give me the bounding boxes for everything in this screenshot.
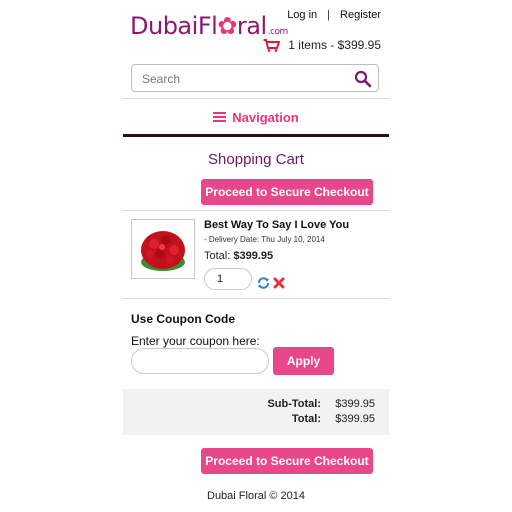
cart-icon bbox=[263, 38, 281, 52]
item-bottom-divider bbox=[123, 298, 389, 299]
logo[interactable]: DubaiFl✿ral.com bbox=[130, 12, 288, 40]
item-total-value: $399.95 bbox=[233, 250, 274, 262]
register-link[interactable]: Register bbox=[340, 9, 381, 21]
coupon-title: Use Coupon Code bbox=[131, 312, 235, 326]
login-link[interactable]: Log in bbox=[287, 9, 317, 21]
search-input[interactable] bbox=[140, 69, 344, 89]
apply-coupon-button[interactable]: Apply bbox=[273, 347, 334, 375]
header-divider bbox=[123, 98, 389, 99]
logo-text-dubai: Dubai bbox=[130, 12, 198, 40]
subtotal-value: $399.95 bbox=[335, 398, 375, 410]
nav-divider-bar bbox=[123, 134, 389, 137]
subtotal-row: Sub-Total: $399.95 bbox=[267, 398, 375, 410]
search-box bbox=[131, 64, 379, 92]
item-top-divider bbox=[123, 210, 389, 211]
delivery-date: - Delivery Date: Thu July 10, 2014 bbox=[204, 235, 325, 244]
auth-separator: | bbox=[327, 9, 331, 21]
page: DubaiFl✿ral.com Log in | Register 1 items … bbox=[123, 0, 389, 512]
coupon-label: Enter your coupon here: bbox=[131, 334, 260, 348]
quantity-input[interactable]: 1 bbox=[204, 268, 252, 290]
checkout-button-bottom[interactable]: Proceed to Secure Checkout bbox=[201, 448, 373, 474]
item-total: Total: $399.95 bbox=[204, 250, 273, 262]
totals-panel: Sub-Total: $399.95 Total: $399.95 bbox=[123, 389, 389, 435]
coupon-input[interactable] bbox=[131, 348, 269, 374]
cart-summary-text: 1 items - $399.95 bbox=[288, 38, 381, 52]
navigation-toggle[interactable]: Navigation bbox=[123, 104, 389, 130]
product-name[interactable]: Best Way To Say I Love You bbox=[204, 219, 349, 231]
page-title: Shopping Cart bbox=[208, 151, 304, 168]
logo-suffix: .com bbox=[267, 27, 289, 37]
logo-text-fl: Fl bbox=[197, 12, 218, 40]
product-image[interactable] bbox=[131, 219, 195, 279]
checkout-button-top[interactable]: Proceed to Secure Checkout bbox=[201, 179, 373, 205]
refresh-icon[interactable] bbox=[257, 276, 270, 294]
logo-text-ral: ral bbox=[236, 12, 267, 40]
navigation-label: Navigation bbox=[232, 109, 299, 125]
item-total-label: Total: bbox=[204, 250, 231, 262]
delete-icon[interactable] bbox=[273, 276, 285, 294]
total-row: Total: $399.95 bbox=[292, 413, 375, 425]
menu-icon bbox=[213, 110, 227, 124]
cart-summary[interactable]: 1 items - $399.95 bbox=[263, 38, 381, 52]
search-icon[interactable] bbox=[354, 70, 372, 93]
total-label: Total: bbox=[291, 413, 321, 425]
total-value: $399.95 bbox=[335, 413, 375, 425]
auth-links: Log in | Register bbox=[287, 9, 381, 21]
subtotal-label: Sub-Total: bbox=[267, 398, 321, 410]
logo-flower-icon: ✿ bbox=[217, 12, 237, 40]
footer-text: Dubai Floral © 2014 bbox=[207, 490, 305, 502]
